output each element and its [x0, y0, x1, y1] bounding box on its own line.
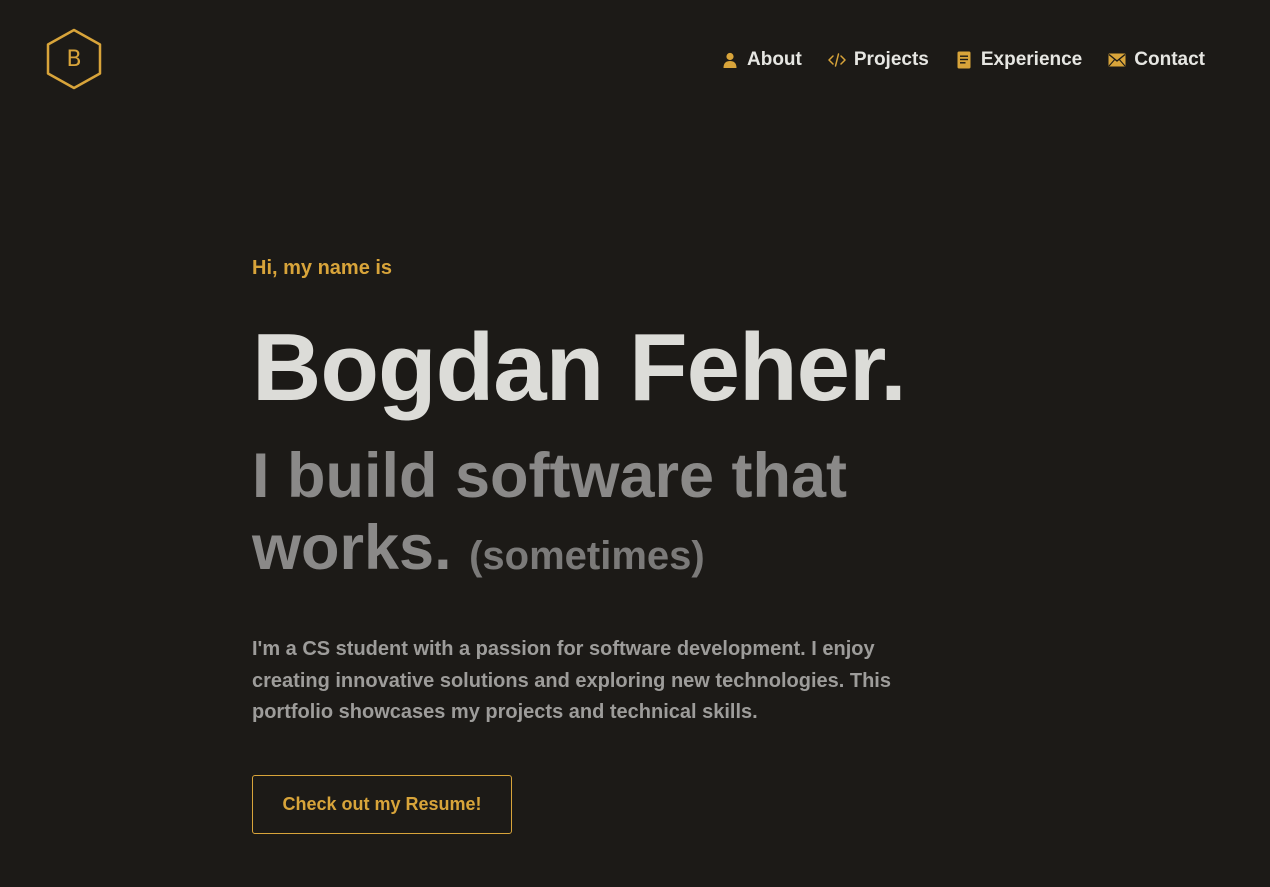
- nav-item-label: Experience: [980, 49, 1083, 70]
- home-logo[interactable]: B: [46, 28, 102, 90]
- greeting-text: Hi, my name is: [252, 257, 393, 279]
- nav-item-projects[interactable]: Projects: [828, 49, 929, 71]
- nav-item-label: Contact: [1134, 49, 1205, 70]
- hero-tagline: I build software that works. (sometimes): [252, 440, 932, 592]
- nav-item-experience[interactable]: Experience: [955, 49, 1082, 71]
- tagline-aside: (sometimes): [469, 534, 705, 578]
- user-icon: [721, 51, 739, 69]
- nav-item-about[interactable]: About: [721, 49, 802, 71]
- nav-item-contact[interactable]: Contact: [1108, 49, 1205, 71]
- envelope-icon: [1108, 51, 1126, 69]
- main-nav: About Projects Experience Contact: [721, 46, 1205, 74]
- code-icon: [828, 51, 846, 69]
- resume-button[interactable]: Check out my Resume!: [252, 774, 512, 834]
- hero-section: Hi, my name is Bogdan Feher. I build sof…: [252, 254, 1012, 834]
- logo-letter: B: [66, 47, 82, 72]
- hero-name: Bogdan Feher.: [252, 314, 907, 421]
- document-icon: [955, 51, 973, 69]
- nav-item-label: Projects: [853, 49, 929, 70]
- bio-text: I'm a CS student with a passion for soft…: [252, 638, 891, 723]
- nav-item-label: About: [747, 49, 802, 70]
